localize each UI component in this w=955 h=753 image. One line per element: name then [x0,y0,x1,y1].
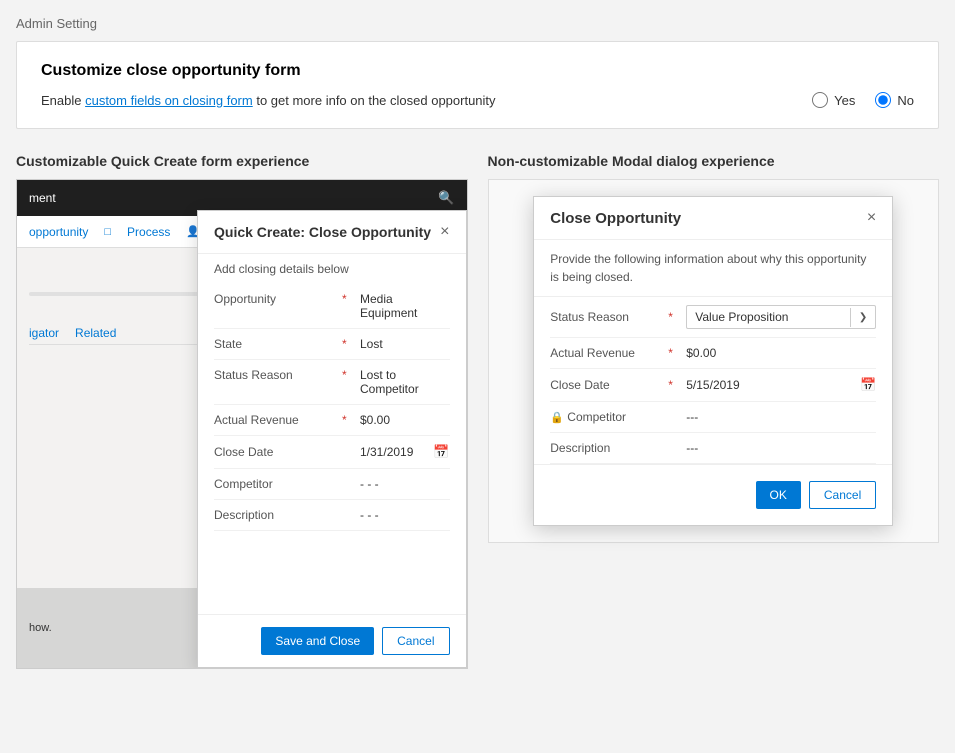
search-icon: 🔍 [438,190,454,206]
co-cancel-button[interactable]: Cancel [809,481,876,509]
table-row: Status Reason * Value Proposition ❯ [550,297,876,338]
qc-label-actual-revenue: Actual Revenue [214,413,334,427]
table-row: State * Lost [214,329,450,360]
co-select-value-status-reason: Value Proposition [687,306,850,328]
description-suffix: to get more info on the closed opportuni… [253,93,496,108]
ok-button[interactable]: OK [756,481,801,509]
quick-create-dialog: Quick Create: Close Opportunity × Add cl… [197,210,467,668]
co-title: Close Opportunity [550,210,681,227]
table-row: Description --- [550,433,876,464]
qc-value-status-reason: Lost to Competitor [360,368,450,396]
qc-label-competitor: Competitor [214,477,334,491]
qc-value-actual-revenue: $0.00 [360,413,390,427]
right-preview: Close Opportunity × Provide the followin… [488,179,940,543]
qc-value-description: - - - [360,508,379,522]
qc-required-state: * [342,337,352,351]
radio-no-label: No [897,93,914,108]
co-label-competitor: 🔒 Competitor [550,410,660,424]
co-form: Status Reason * Value Proposition ❯ Actu… [534,297,892,464]
crm-subnav-opportunity: opportunity [29,225,88,239]
radio-group: Yes No [812,92,914,108]
qc-label-description: Description [214,508,334,522]
left-column: Customizable Quick Create form experienc… [16,153,468,669]
table-row: Status Reason * Lost to Competitor [214,360,450,405]
co-label-competitor-text: Competitor [567,410,626,424]
co-label-close-date: Close Date [550,378,660,392]
qc-label-close-date: Close Date [214,445,334,459]
calendar-icon[interactable]: 📅 [860,377,876,393]
qc-value-state: Lost [360,337,383,351]
crm-tab-navigator[interactable]: igator [29,326,59,344]
table-row: Opportunity * Media Equipment [214,284,450,329]
crm-blur-text: how. [29,622,52,634]
crm-process-icon: □ [104,226,111,238]
co-required-status-reason: * [668,310,678,324]
radio-no-input[interactable] [875,92,891,108]
description-prefix: Enable [41,93,85,108]
qc-close-button[interactable]: × [440,223,449,241]
radio-yes-option[interactable]: Yes [812,92,855,108]
settings-card: Customize close opportunity form Enable … [16,41,939,129]
co-header: Close Opportunity × [534,197,892,240]
qc-label-state: State [214,337,334,351]
co-value-close-date: 5/15/2019 [686,378,852,392]
qc-cancel-button[interactable]: Cancel [382,627,449,655]
co-label-status-reason: Status Reason [550,310,660,324]
table-row: Description - - - [214,500,450,531]
custom-fields-link[interactable]: custom fields on closing form [85,93,253,108]
table-row: Actual Revenue * $0.00 [214,405,450,436]
qc-label-opportunity: Opportunity [214,292,334,306]
settings-card-row: Enable custom fields on closing form to … [41,92,914,108]
co-label-description: Description [550,441,660,455]
table-row: Competitor - - - [214,469,450,500]
crm-app-name: ment [29,191,56,205]
table-row: Close Date 1/31/2019 📅 [214,436,450,469]
radio-yes-input[interactable] [812,92,828,108]
close-opportunity-modal: Close Opportunity × Provide the followin… [533,196,893,526]
right-column: Non-customizable Modal dialog experience… [488,153,940,669]
co-required-actual-revenue: * [668,346,678,360]
co-value-actual-revenue: $0.00 [686,346,876,360]
co-select-status-reason[interactable]: Value Proposition ❯ [686,305,876,329]
qc-title: Quick Create: Close Opportunity [214,224,431,240]
qc-form: Opportunity * Media Equipment State * Lo… [198,284,466,531]
save-and-close-button[interactable]: Save and Close [261,627,374,655]
radio-no-option[interactable]: No [875,92,914,108]
table-row: Actual Revenue * $0.00 [550,338,876,369]
calendar-icon[interactable]: 📅 [433,444,449,460]
settings-description: Enable custom fields on closing form to … [41,93,496,108]
chevron-down-icon: ❯ [850,308,875,327]
radio-yes-label: Yes [834,93,855,108]
crm-tab-related[interactable]: Related [75,326,116,344]
left-section-title: Customizable Quick Create form experienc… [16,153,468,169]
co-close-button[interactable]: × [867,209,876,227]
co-label-actual-revenue: Actual Revenue [550,346,660,360]
qc-required-opportunity: * [342,292,352,306]
co-footer: OK Cancel [534,464,892,525]
co-required-close-date: * [668,378,678,392]
co-value-description: --- [686,441,876,455]
qc-required-actual-revenue: * [342,413,352,427]
qc-subtitle: Add closing details below [198,254,466,284]
qc-value-competitor: - - - [360,477,379,491]
crm-background: ment 🔍 opportunity □ Process 👤 Assign Es… [16,179,468,669]
co-subtitle: Provide the following information about … [534,240,892,297]
qc-required-status-reason: * [342,368,352,382]
table-row: Close Date * 5/15/2019 📅 [550,369,876,402]
lock-icon: 🔒 [550,412,564,424]
qc-value-opportunity: Media Equipment [360,292,450,320]
table-row: 🔒 Competitor --- [550,402,876,433]
crm-subnav-process[interactable]: Process [127,225,170,239]
qc-label-status-reason: Status Reason [214,368,334,382]
settings-card-title: Customize close opportunity form [41,62,914,80]
right-section-title: Non-customizable Modal dialog experience [488,153,940,169]
qc-footer: Save and Close Cancel [198,614,466,667]
two-column-layout: Customizable Quick Create form experienc… [16,153,939,669]
admin-title: Admin Setting [16,16,939,31]
qc-header: Quick Create: Close Opportunity × [198,211,466,254]
qc-value-close-date: 1/31/2019 [360,445,413,459]
co-value-competitor: --- [686,410,876,424]
